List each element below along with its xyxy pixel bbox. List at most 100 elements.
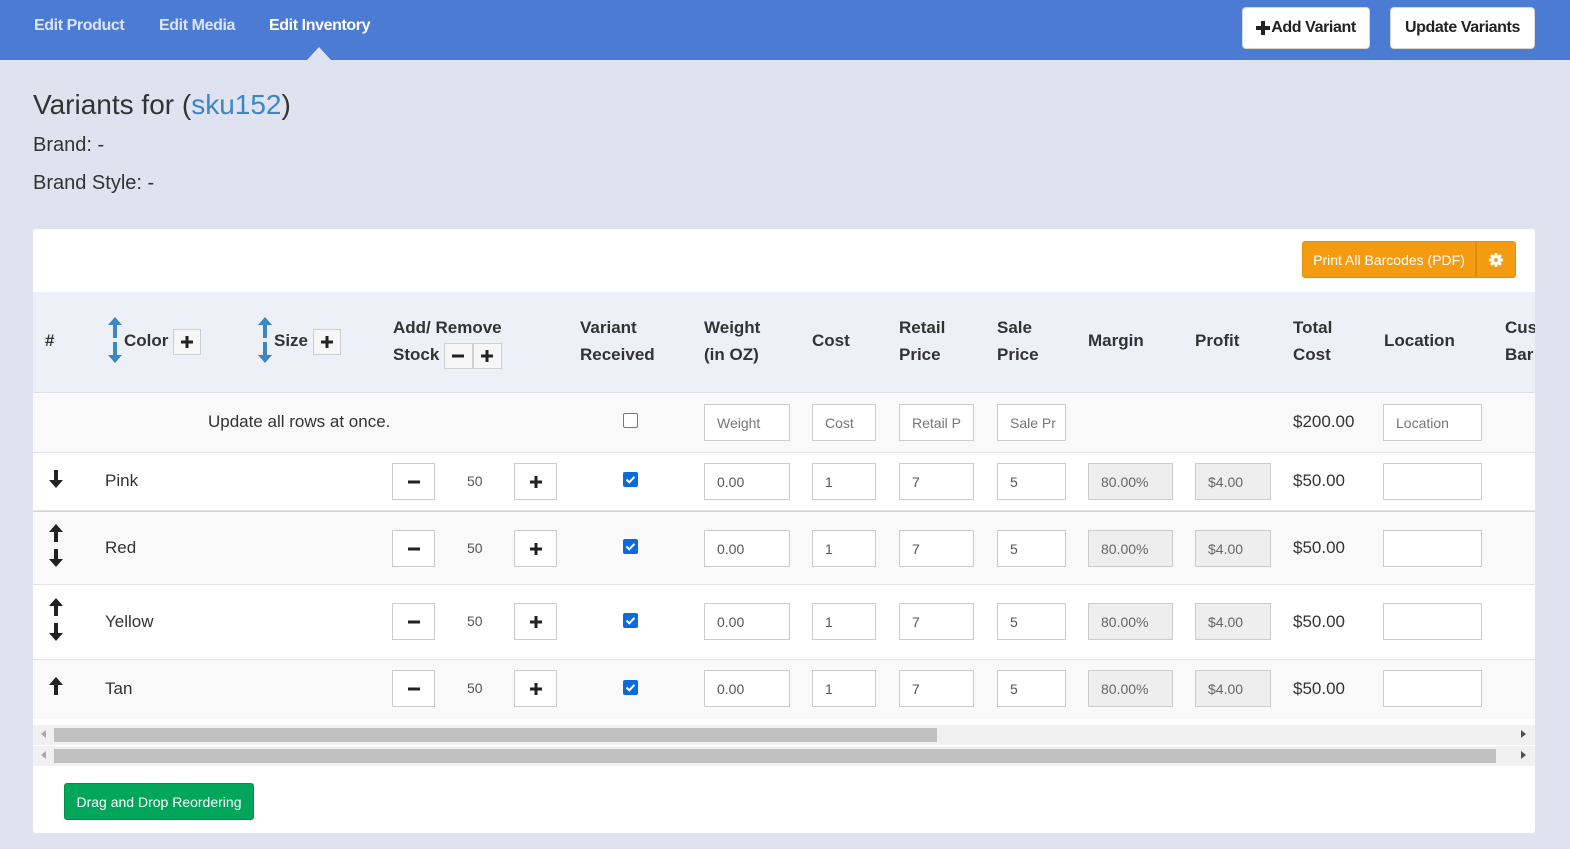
scroll-left-arrow-icon[interactable] (41, 751, 46, 759)
bulk-update-row: Update all rows at once. $200.00 (33, 394, 1535, 453)
arrow-down-icon[interactable] (49, 549, 63, 567)
remove-stock-button[interactable] (392, 463, 435, 500)
bulk-location-input[interactable] (1383, 404, 1482, 441)
variants-panel: Print All Barcodes (PDF) # Color Size Ad… (33, 229, 1535, 833)
col-location: Location (1384, 331, 1455, 350)
table-row: Red 50 0.00 1 7 5 80.00% $4.00 $50.00 (33, 511, 1535, 585)
add-stock-button[interactable] (514, 530, 557, 567)
col-size: Size (274, 327, 341, 355)
bulk-cost-input[interactable] (812, 404, 876, 441)
row-stock: 50 (467, 540, 483, 556)
weight-input[interactable]: 0.00 (704, 463, 790, 500)
horizontal-scrollbar-inner[interactable] (33, 725, 1535, 745)
arrow-up-icon[interactable] (49, 677, 63, 695)
location-input[interactable] (1383, 530, 1482, 567)
print-all-barcodes-button[interactable]: Print All Barcodes (PDF) (1302, 241, 1476, 278)
sale-price-input[interactable]: 5 (997, 670, 1066, 707)
add-size-button[interactable] (312, 328, 341, 355)
retail-price-input[interactable]: 7 (899, 463, 974, 500)
col-weight-line1: Weight (704, 318, 761, 337)
location-input[interactable] (1383, 463, 1482, 500)
profit-field: $4.00 (1195, 670, 1271, 707)
add-variant-label: Add Variant (1271, 19, 1356, 36)
add-color-button[interactable] (173, 328, 202, 355)
check-icon (625, 543, 636, 551)
received-checkbox[interactable] (623, 680, 638, 695)
retail-price-input[interactable]: 7 (899, 670, 974, 707)
horizontal-scrollbar-outer[interactable] (33, 746, 1535, 766)
tab-edit-media[interactable]: Edit Media (159, 17, 235, 35)
sort-arrows-icon[interactable] (107, 317, 123, 363)
bulk-update-label: Update all rows at once. (208, 412, 391, 431)
add-stock-all-button[interactable] (473, 342, 503, 369)
cost-input[interactable]: 1 (812, 530, 876, 567)
scroll-right-arrow-icon[interactable] (1521, 730, 1526, 738)
margin-field: 80.00% (1088, 603, 1173, 640)
col-number: # (45, 331, 55, 350)
row-color: Pink (105, 471, 139, 490)
cost-input[interactable]: 1 (812, 603, 876, 640)
retail-price-input[interactable]: 7 (899, 603, 974, 640)
plus-icon (320, 335, 333, 348)
received-checkbox[interactable] (623, 613, 638, 628)
scroll-right-arrow-icon[interactable] (1521, 751, 1526, 759)
cost-input[interactable]: 1 (812, 463, 876, 500)
col-size-label: Size (274, 331, 309, 350)
sku-link[interactable]: sku152 (191, 89, 281, 120)
arrow-down-icon[interactable] (49, 470, 63, 488)
sort-arrows-icon[interactable] (257, 317, 273, 363)
page-title: Variants for (sku152) (33, 89, 291, 121)
remove-stock-button[interactable] (392, 603, 435, 640)
sale-price-input[interactable]: 5 (997, 603, 1066, 640)
cost-input[interactable]: 1 (812, 670, 876, 707)
tab-edit-inventory[interactable]: Edit Inventory (269, 17, 370, 35)
gear-icon (1489, 252, 1503, 267)
col-custom-line2: Bar (1505, 345, 1534, 364)
plus-icon (481, 349, 494, 362)
sale-price-input[interactable]: 5 (997, 530, 1066, 567)
arrow-up-icon[interactable] (49, 524, 63, 542)
arrow-up-icon[interactable] (49, 598, 63, 616)
bulk-sale-input[interactable] (997, 404, 1066, 441)
add-stock-button[interactable] (514, 603, 557, 640)
add-variant-button[interactable]: Add Variant (1242, 7, 1370, 49)
remove-stock-all-button[interactable] (444, 342, 474, 369)
col-color: Color (124, 327, 202, 355)
sale-price-input[interactable]: 5 (997, 463, 1066, 500)
bulk-received-checkbox[interactable] (623, 413, 638, 428)
remove-stock-button[interactable] (392, 530, 435, 567)
minus-icon (407, 547, 420, 550)
weight-input[interactable]: 0.00 (704, 603, 790, 640)
drag-and-drop-reordering-button[interactable]: Drag and Drop Reordering (64, 783, 254, 820)
table-row: Yellow 50 0.00 1 7 5 80.00% $4.00 $50.00 (33, 585, 1535, 660)
location-input[interactable] (1383, 603, 1482, 640)
col-received-line2: Received (580, 345, 655, 364)
row-total-cost: $50.00 (1293, 612, 1345, 631)
add-stock-button[interactable] (514, 463, 557, 500)
weight-input[interactable]: 0.00 (704, 670, 790, 707)
table-row: Tan 50 0.00 1 7 5 80.00% $4.00 $50.00 (33, 660, 1535, 719)
row-stock: 50 (467, 680, 483, 696)
received-checkbox[interactable] (623, 472, 638, 487)
bulk-weight-input[interactable] (704, 404, 790, 441)
remove-stock-button[interactable] (392, 670, 435, 707)
scrollbar-thumb[interactable] (54, 749, 1496, 763)
arrow-down-icon[interactable] (49, 623, 63, 641)
location-input[interactable] (1383, 670, 1482, 707)
update-variants-button[interactable]: Update Variants (1390, 7, 1535, 49)
retail-price-input[interactable]: 7 (899, 530, 974, 567)
print-settings-button[interactable] (1476, 241, 1516, 278)
col-retail-line2: Price (899, 345, 941, 364)
add-stock-button[interactable] (514, 670, 557, 707)
row-total-cost: $50.00 (1293, 538, 1345, 557)
margin-field: 80.00% (1088, 463, 1173, 500)
scroll-left-arrow-icon[interactable] (41, 730, 46, 738)
tab-edit-product[interactable]: Edit Product (34, 17, 125, 35)
weight-input[interactable]: 0.00 (704, 530, 790, 567)
bulk-retail-input[interactable] (899, 404, 974, 441)
col-cost: Cost (812, 331, 850, 350)
scrollbar-thumb[interactable] (54, 728, 937, 742)
received-checkbox[interactable] (623, 539, 638, 554)
check-icon (625, 684, 636, 692)
check-icon (625, 617, 636, 625)
